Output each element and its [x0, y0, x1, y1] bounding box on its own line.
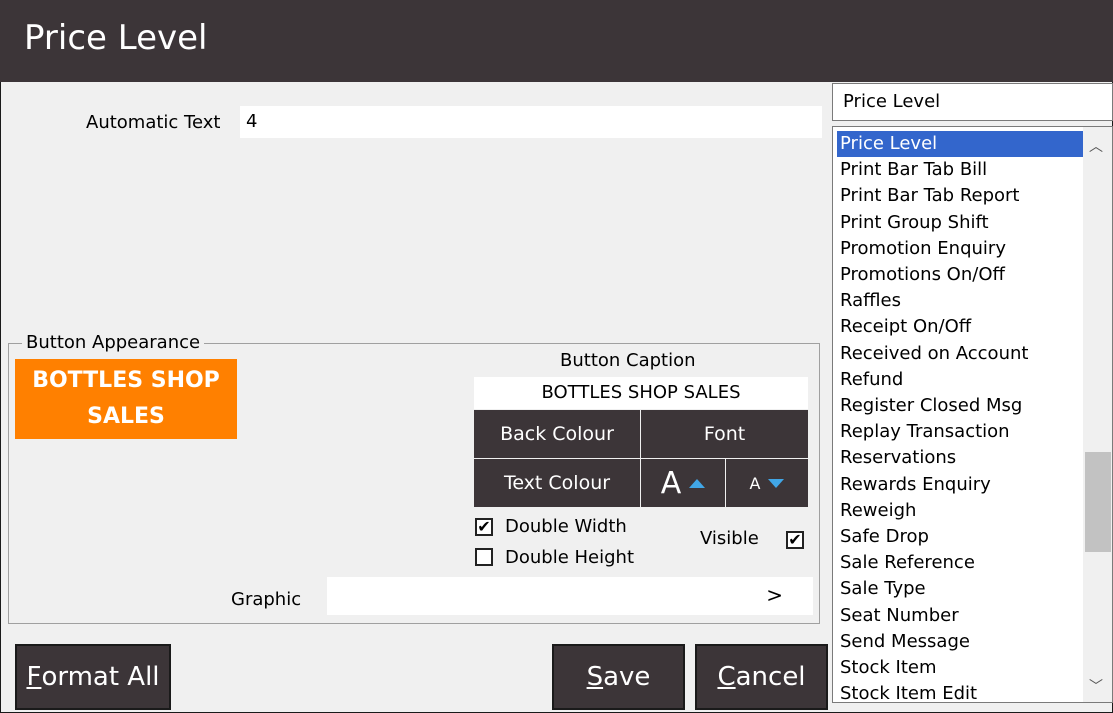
function-list-item[interactable]: Sale Type [837, 576, 1086, 602]
button-preview-line-2: SALES [87, 404, 165, 429]
function-list-item[interactable]: Replay Transaction [837, 419, 1086, 445]
function-list-item[interactable]: Receipt On/Off [837, 314, 1086, 340]
button-appearance-legend: Button Appearance [22, 332, 205, 353]
function-list-item[interactable]: Stock Item Edit [837, 681, 1086, 702]
graphic-label: Graphic [231, 589, 302, 610]
button-preview: BOTTLES SHOP SALES [15, 359, 237, 439]
double-height-label: Double Height [505, 547, 635, 568]
cancel-label: ancel [735, 662, 806, 692]
arrow-down-icon [768, 478, 785, 488]
function-list-item[interactable]: Promotion Enquiry [837, 236, 1086, 262]
cancel-mnemonic: C [717, 662, 736, 692]
save-mnemonic: S [586, 662, 604, 692]
double-width-checkbox[interactable]: ✔ [475, 518, 493, 536]
function-list-item[interactable]: Price Level [837, 131, 1086, 157]
function-list-item[interactable]: Stock Item [837, 655, 1086, 681]
button-caption-label: Button Caption [560, 350, 696, 371]
function-list-item[interactable]: Send Message [837, 629, 1086, 655]
save-button[interactable]: Save [552, 644, 685, 710]
back-colour-button[interactable]: Back Colour [474, 410, 640, 458]
save-label: ave [603, 662, 651, 692]
scroll-down-icon[interactable]: ﹀ [1089, 676, 1103, 696]
scroll-up-icon[interactable]: ︿ [1089, 136, 1103, 156]
font-button[interactable]: Font [641, 410, 808, 458]
function-list-item[interactable]: Promotions On/Off [837, 262, 1086, 288]
function-list-item[interactable]: Reweigh [837, 498, 1086, 524]
font-size-decrease-button[interactable]: A [726, 459, 808, 507]
cancel-button[interactable]: Cancel [695, 644, 828, 710]
format-all-label: ormat All [41, 662, 160, 692]
function-list-item[interactable]: Register Closed Msg [837, 393, 1086, 419]
visible-label: Visible [700, 528, 759, 549]
scrollbar-thumb[interactable] [1085, 452, 1111, 552]
window-title: Price Level [24, 18, 208, 58]
function-list-item[interactable]: Rewards Enquiry [837, 472, 1086, 498]
automatic-text-input[interactable]: 4 [240, 106, 822, 138]
function-list-item[interactable]: Print Bar Tab Bill [837, 157, 1086, 183]
graphic-browse-arrow[interactable]: > [766, 583, 783, 607]
function-combo[interactable]: Price Level [832, 83, 1113, 121]
small-a-glyph: A [749, 473, 761, 493]
text-colour-button[interactable]: Text Colour [474, 459, 640, 507]
title-bar: Price Level [0, 0, 1113, 82]
function-list-scrollbar[interactable] [1083, 127, 1112, 702]
double-height-checkbox[interactable] [475, 548, 493, 566]
visible-checkbox[interactable]: ✔ [786, 531, 804, 549]
function-list-item[interactable]: Sale Reference [837, 550, 1086, 576]
graphic-input[interactable]: > [327, 577, 813, 615]
function-list-item[interactable]: Raffles [837, 288, 1086, 314]
arrow-up-icon [689, 478, 706, 488]
button-preview-line-1: BOTTLES SHOP [32, 368, 220, 393]
function-list-item[interactable]: Seat Number [837, 603, 1086, 629]
function-list-item[interactable]: Received on Account [837, 341, 1086, 367]
format-all-button[interactable]: Format All [15, 644, 171, 710]
font-size-increase-button[interactable]: A [641, 459, 725, 507]
function-list-item[interactable]: Reservations [837, 445, 1086, 471]
automatic-text-label: Automatic Text [86, 112, 221, 133]
function-list-item[interactable]: Refund [837, 367, 1086, 393]
function-list-item[interactable]: Print Bar Tab Report [837, 183, 1086, 209]
function-list-item[interactable]: Print Group Shift [837, 210, 1086, 236]
function-list-item[interactable]: Safe Drop [837, 524, 1086, 550]
double-width-label: Double Width [505, 516, 627, 537]
button-caption-input[interactable]: BOTTLES SHOP SALES [474, 377, 808, 409]
function-list[interactable]: Price Level Print Bar Tab Bill Print Bar T… [832, 126, 1113, 703]
format-all-mnemonic: F [26, 662, 42, 692]
large-a-glyph: A [660, 465, 682, 501]
